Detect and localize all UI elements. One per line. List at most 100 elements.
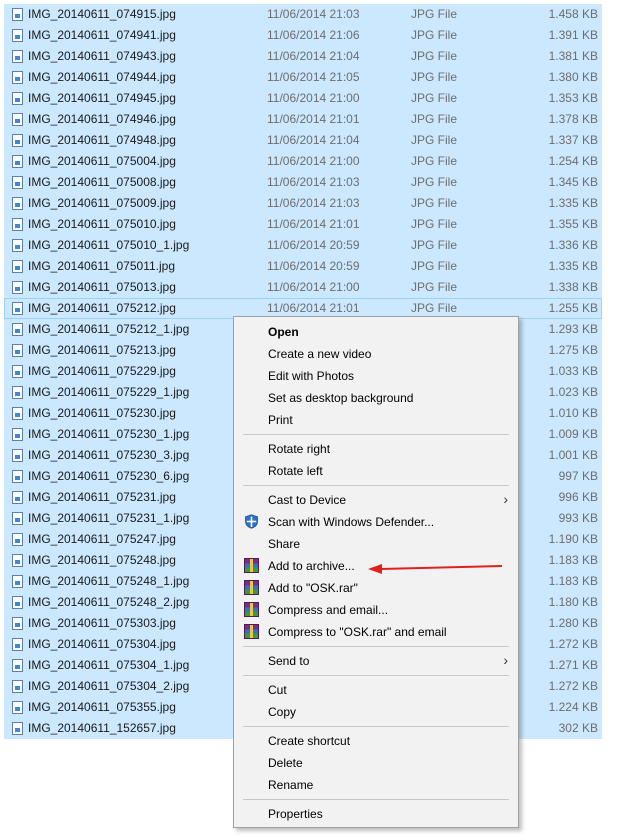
menu-item-label: Copy (268, 705, 297, 719)
file-row[interactable]: IMG_20140611_074941.jpg 11/06/2014 21:06 J… (4, 25, 602, 46)
file-row[interactable]: IMG_20140611_074943.jpg 11/06/2014 21:04 J… (4, 46, 602, 67)
menu-item-compress-and-email[interactable]: Compress and email... (234, 599, 518, 621)
menu-item-scan-defender[interactable]: Scan with Windows Defender... (234, 511, 518, 533)
jpg-file-icon (12, 659, 23, 672)
file-size: 1.380 KB (548, 70, 598, 84)
file-row[interactable]: IMG_20140611_074946.jpg 11/06/2014 21:01 J… (4, 109, 602, 130)
file-name: IMG_20140611_075213.jpg (28, 343, 176, 357)
file-name: IMG_20140611_074946.jpg (28, 112, 176, 126)
file-name: IMG_20140611_075303.jpg (28, 616, 176, 630)
file-name: IMG_20140611_074948.jpg (28, 133, 176, 147)
file-size: 1.337 KB (548, 133, 598, 147)
menu-item-open[interactable]: Open (234, 321, 518, 343)
jpg-file-icon (12, 239, 23, 252)
menu-item-label: Set as desktop background (268, 391, 414, 405)
file-name: IMG_20140611_075248_1.jpg (28, 574, 190, 588)
file-name: IMG_20140611_074945.jpg (28, 91, 176, 105)
menu-item-cast-to-device[interactable]: Cast to Device › (234, 489, 518, 511)
file-name: IMG_20140611_075248_2.jpg (28, 595, 190, 609)
file-row[interactable]: IMG_20140611_075008.jpg 11/06/2014 21:03 J… (4, 172, 602, 193)
menu-item-cut[interactable]: Cut (234, 679, 518, 701)
file-name: IMG_20140611_075229_1.jpg (28, 385, 190, 399)
file-row[interactable]: IMG_20140611_075004.jpg 11/06/2014 21:00 J… (4, 151, 602, 172)
file-name: IMG_20140611_074915.jpg (28, 7, 176, 21)
file-type: JPG File (411, 175, 458, 189)
menu-item-edit-with-photos[interactable]: Edit with Photos (234, 365, 518, 387)
menu-item-rotate-right[interactable]: Rotate right (234, 438, 518, 460)
windows-defender-shield-icon (244, 514, 259, 529)
menu-item-send-to[interactable]: Send to › (234, 650, 518, 672)
menu-item-label: Properties (268, 807, 323, 821)
menu-item-label: Compress and email... (268, 603, 389, 617)
menu-item-properties[interactable]: Properties (234, 803, 518, 825)
jpg-file-icon (12, 701, 23, 714)
file-size: 1.338 KB (548, 280, 598, 294)
file-size: 1.381 KB (548, 49, 598, 63)
chevron-right-icon: › (503, 652, 508, 668)
file-size: 1.275 KB (548, 343, 598, 357)
context-menu: Open Create a new video Edit with Photos… (233, 316, 519, 828)
jpg-file-icon (12, 344, 23, 357)
file-size: 1.009 KB (548, 427, 598, 441)
jpg-file-icon (12, 386, 23, 399)
menu-item-label: Rotate right (268, 442, 331, 456)
file-name: IMG_20140611_075008.jpg (28, 175, 176, 189)
jpg-file-icon (12, 134, 23, 147)
menu-item-copy[interactable]: Copy (234, 701, 518, 723)
file-date-modified: 11/06/2014 21:03 (267, 175, 360, 189)
file-size: 1.010 KB (548, 406, 598, 420)
menu-item-share[interactable]: Share (234, 533, 518, 555)
menu-separator (243, 799, 509, 800)
menu-item-label: Cut (268, 683, 287, 697)
file-size: 1.254 KB (548, 154, 598, 168)
file-size: 1.353 KB (548, 91, 598, 105)
jpg-file-icon (12, 680, 23, 693)
file-size: 996 KB (558, 490, 598, 504)
jpg-file-icon (12, 323, 23, 336)
jpg-file-icon (12, 260, 23, 273)
menu-item-rename[interactable]: Rename (234, 774, 518, 796)
file-size: 302 KB (558, 721, 598, 735)
file-row[interactable]: IMG_20140611_075010.jpg 11/06/2014 21:01 J… (4, 214, 602, 235)
file-row[interactable]: IMG_20140611_075009.jpg 11/06/2014 21:03 J… (4, 193, 602, 214)
file-name: IMG_20140611_075304_2.jpg (28, 679, 190, 693)
menu-item-print[interactable]: Print (234, 409, 518, 431)
jpg-file-icon (12, 638, 23, 651)
file-type: JPG File (411, 49, 458, 63)
file-type: JPG File (411, 133, 458, 147)
file-row[interactable]: IMG_20140611_075013.jpg 11/06/2014 21:00 J… (4, 277, 602, 298)
file-row[interactable]: IMG_20140611_074948.jpg 11/06/2014 21:04 J… (4, 130, 602, 151)
file-type: JPG File (411, 196, 458, 210)
file-row[interactable]: IMG_20140611_074915.jpg 11/06/2014 21:03 J… (4, 4, 602, 25)
menu-item-set-desktop-background[interactable]: Set as desktop background (234, 387, 518, 409)
file-size: 1.180 KB (548, 595, 598, 609)
file-row[interactable]: IMG_20140611_075011.jpg 11/06/2014 20:59 J… (4, 256, 602, 277)
menu-item-label: Add to "OSK.rar" (268, 581, 358, 595)
menu-item-rotate-left[interactable]: Rotate left (234, 460, 518, 482)
menu-item-create-video[interactable]: Create a new video (234, 343, 518, 365)
menu-item-label: Create shortcut (268, 734, 351, 748)
menu-item-compress-to-osk-and-email[interactable]: Compress to "OSK.rar" and email (234, 621, 518, 643)
file-name: IMG_20140611_075355.jpg (28, 700, 176, 714)
file-size: 1.336 KB (548, 238, 598, 252)
menu-item-delete[interactable]: Delete (234, 752, 518, 774)
file-name: IMG_20140611_075009.jpg (28, 196, 176, 210)
menu-item-add-to-archive[interactable]: Add to archive... (234, 555, 518, 577)
menu-separator (243, 646, 509, 647)
file-name: IMG_20140611_075230.jpg (28, 406, 176, 420)
jpg-file-icon (12, 554, 23, 567)
file-row[interactable]: IMG_20140611_074945.jpg 11/06/2014 21:00 J… (4, 88, 602, 109)
jpg-file-icon (12, 491, 23, 504)
file-size: 997 KB (558, 469, 598, 483)
file-name: IMG_20140611_152657.jpg (28, 721, 176, 735)
file-size: 1.183 KB (548, 553, 598, 567)
menu-item-add-to-osk-rar[interactable]: Add to "OSK.rar" (234, 577, 518, 599)
file-name: IMG_20140611_075212_1.jpg (28, 322, 190, 336)
menu-item-create-shortcut[interactable]: Create shortcut (234, 730, 518, 752)
jpg-file-icon (12, 722, 23, 735)
file-size: 1.335 KB (548, 196, 598, 210)
file-date-modified: 11/06/2014 21:05 (267, 70, 360, 84)
file-type: JPG File (411, 301, 458, 315)
file-row[interactable]: IMG_20140611_075010_1.jpg 11/06/2014 20:5… (4, 235, 602, 256)
file-row[interactable]: IMG_20140611_074944.jpg 11/06/2014 21:05 J… (4, 67, 602, 88)
